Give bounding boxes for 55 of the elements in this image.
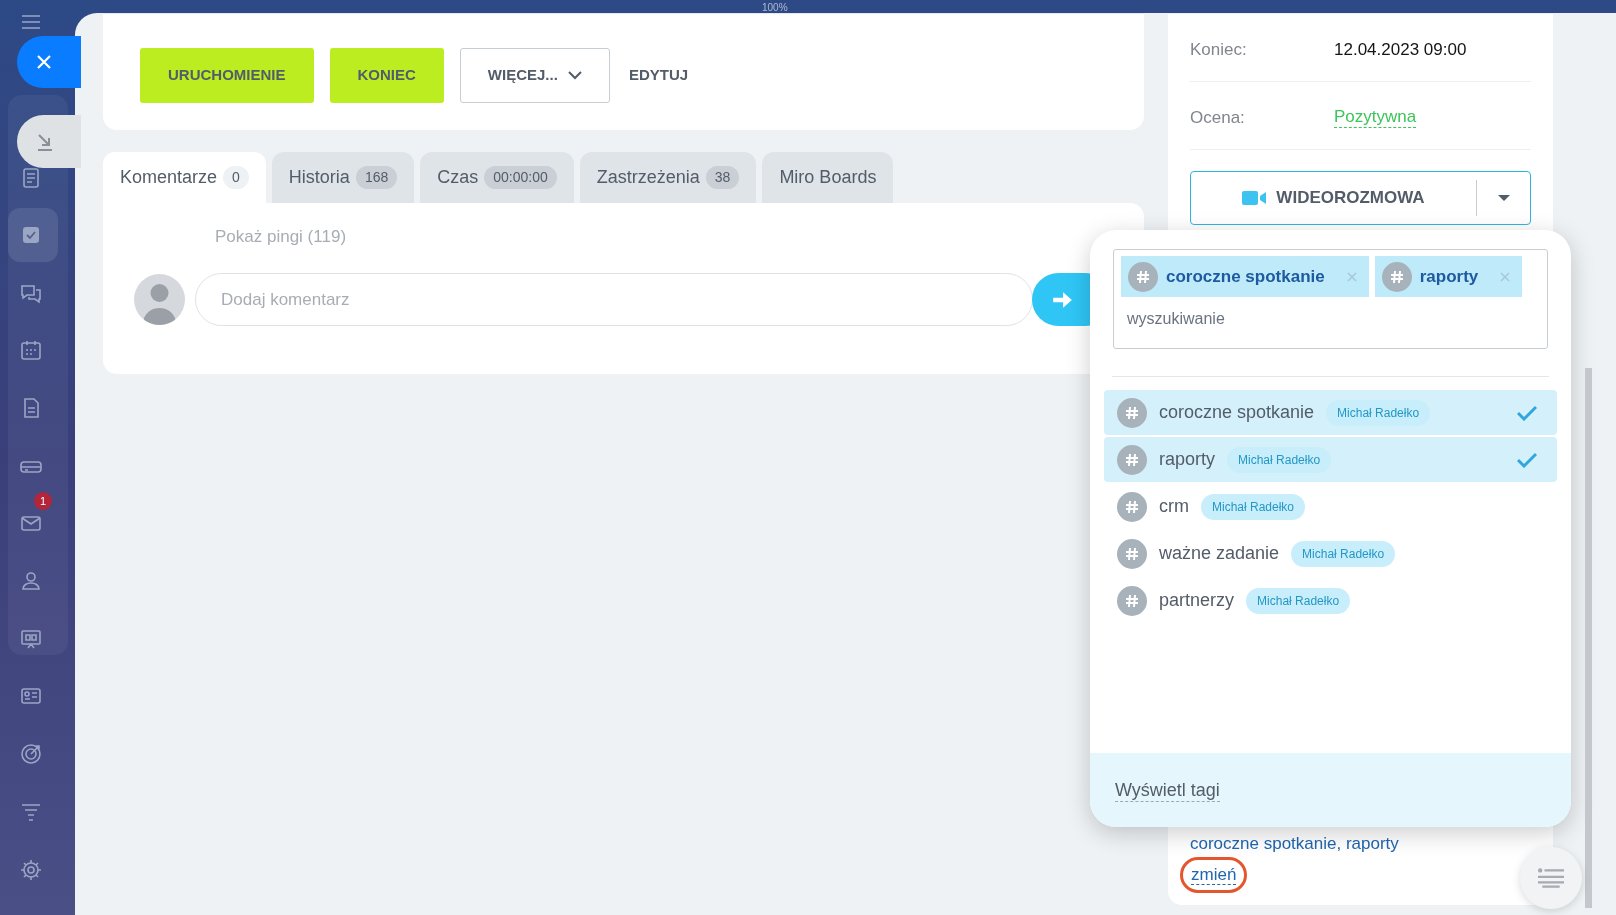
- comment-input[interactable]: Dodaj komentarz: [195, 273, 1033, 326]
- active-item-background: [8, 208, 58, 262]
- show-tags-link[interactable]: Wyświetl tagi: [1115, 778, 1220, 802]
- tag-option[interactable]: raporty Michał Radełko: [1104, 437, 1557, 482]
- owner-badge: Michał Radełko: [1201, 493, 1306, 520]
- tab[interactable]: Zastrzeżenia 38: [579, 152, 757, 203]
- target-icon[interactable]: [19, 742, 43, 766]
- tab[interactable]: Miro Boards: [762, 152, 894, 203]
- tag-option[interactable]: crm Michał Radełko: [1104, 484, 1557, 529]
- tag-option[interactable]: coroczne spotkanie Michał Radełko: [1104, 390, 1557, 435]
- tag-input-box[interactable]: coroczne spotkanie raporty wyszukiwanie: [1113, 249, 1548, 349]
- hash-icon: [1117, 585, 1147, 616]
- zoom-label: 100%: [762, 1, 788, 15]
- calendar-icon[interactable]: [19, 338, 43, 362]
- hash-icon: [1128, 261, 1158, 292]
- tab[interactable]: Historia 168: [271, 152, 415, 203]
- tags-text: coroczne spotkanie, raporty: [1190, 833, 1399, 855]
- field-label: Ocena:: [1190, 106, 1246, 129]
- caret-down-icon: [1497, 195, 1510, 201]
- tab[interactable]: Komentarze 0: [103, 152, 266, 203]
- list-icon: [1538, 868, 1564, 888]
- change-link[interactable]: zmień: [1180, 857, 1248, 893]
- tab[interactable]: Czas 00:00:00: [420, 152, 574, 203]
- collapse-arrow-icon: [35, 131, 55, 152]
- action-button[interactable]: KONIEC: [329, 47, 444, 103]
- chevron-down-icon: [567, 70, 582, 80]
- edit-button[interactable]: EDYTUJ: [625, 47, 692, 103]
- close-icon: [36, 54, 52, 70]
- notification-badge: 1: [34, 492, 52, 510]
- hash-icon: [1117, 444, 1147, 475]
- hash-icon: [1117, 397, 1147, 428]
- avatar-icon: [134, 274, 185, 325]
- minimize-button[interactable]: [17, 115, 81, 168]
- check-icon: [1517, 404, 1537, 421]
- field-label: Koniec:: [1190, 38, 1248, 61]
- owner-badge: Michał Radełko: [1291, 540, 1396, 567]
- gear-icon[interactable]: [19, 858, 43, 882]
- people-icon[interactable]: [19, 569, 43, 593]
- close-button[interactable]: [17, 36, 81, 88]
- owner-badge: Michał Radełko: [1227, 446, 1332, 473]
- hash-icon: [1381, 261, 1412, 292]
- owner-badge: Michał Radełko: [1246, 587, 1351, 614]
- tag-option[interactable]: ważne zadanie Michał Radełko: [1104, 531, 1557, 576]
- video-camera-icon: [1242, 191, 1267, 205]
- field-value: 12.04.2023 09:00: [1334, 38, 1467, 61]
- hash-icon: [1117, 538, 1147, 569]
- owner-badge: Michał Radełko: [1326, 399, 1431, 426]
- action-button[interactable]: URUCHOMIENIE: [140, 47, 314, 103]
- more-dropdown-button[interactable]: WIĘCEJ...: [459, 47, 610, 103]
- hash-icon: [1117, 491, 1147, 522]
- tag-option[interactable]: partnerzy Michał Radełko: [1104, 578, 1557, 623]
- presentation-icon[interactable]: [19, 627, 43, 651]
- selected-tag-chip[interactable]: coroczne spotkanie: [1121, 256, 1369, 297]
- selected-tag-chip[interactable]: raporty: [1374, 256, 1523, 297]
- check-icon: [1517, 451, 1537, 468]
